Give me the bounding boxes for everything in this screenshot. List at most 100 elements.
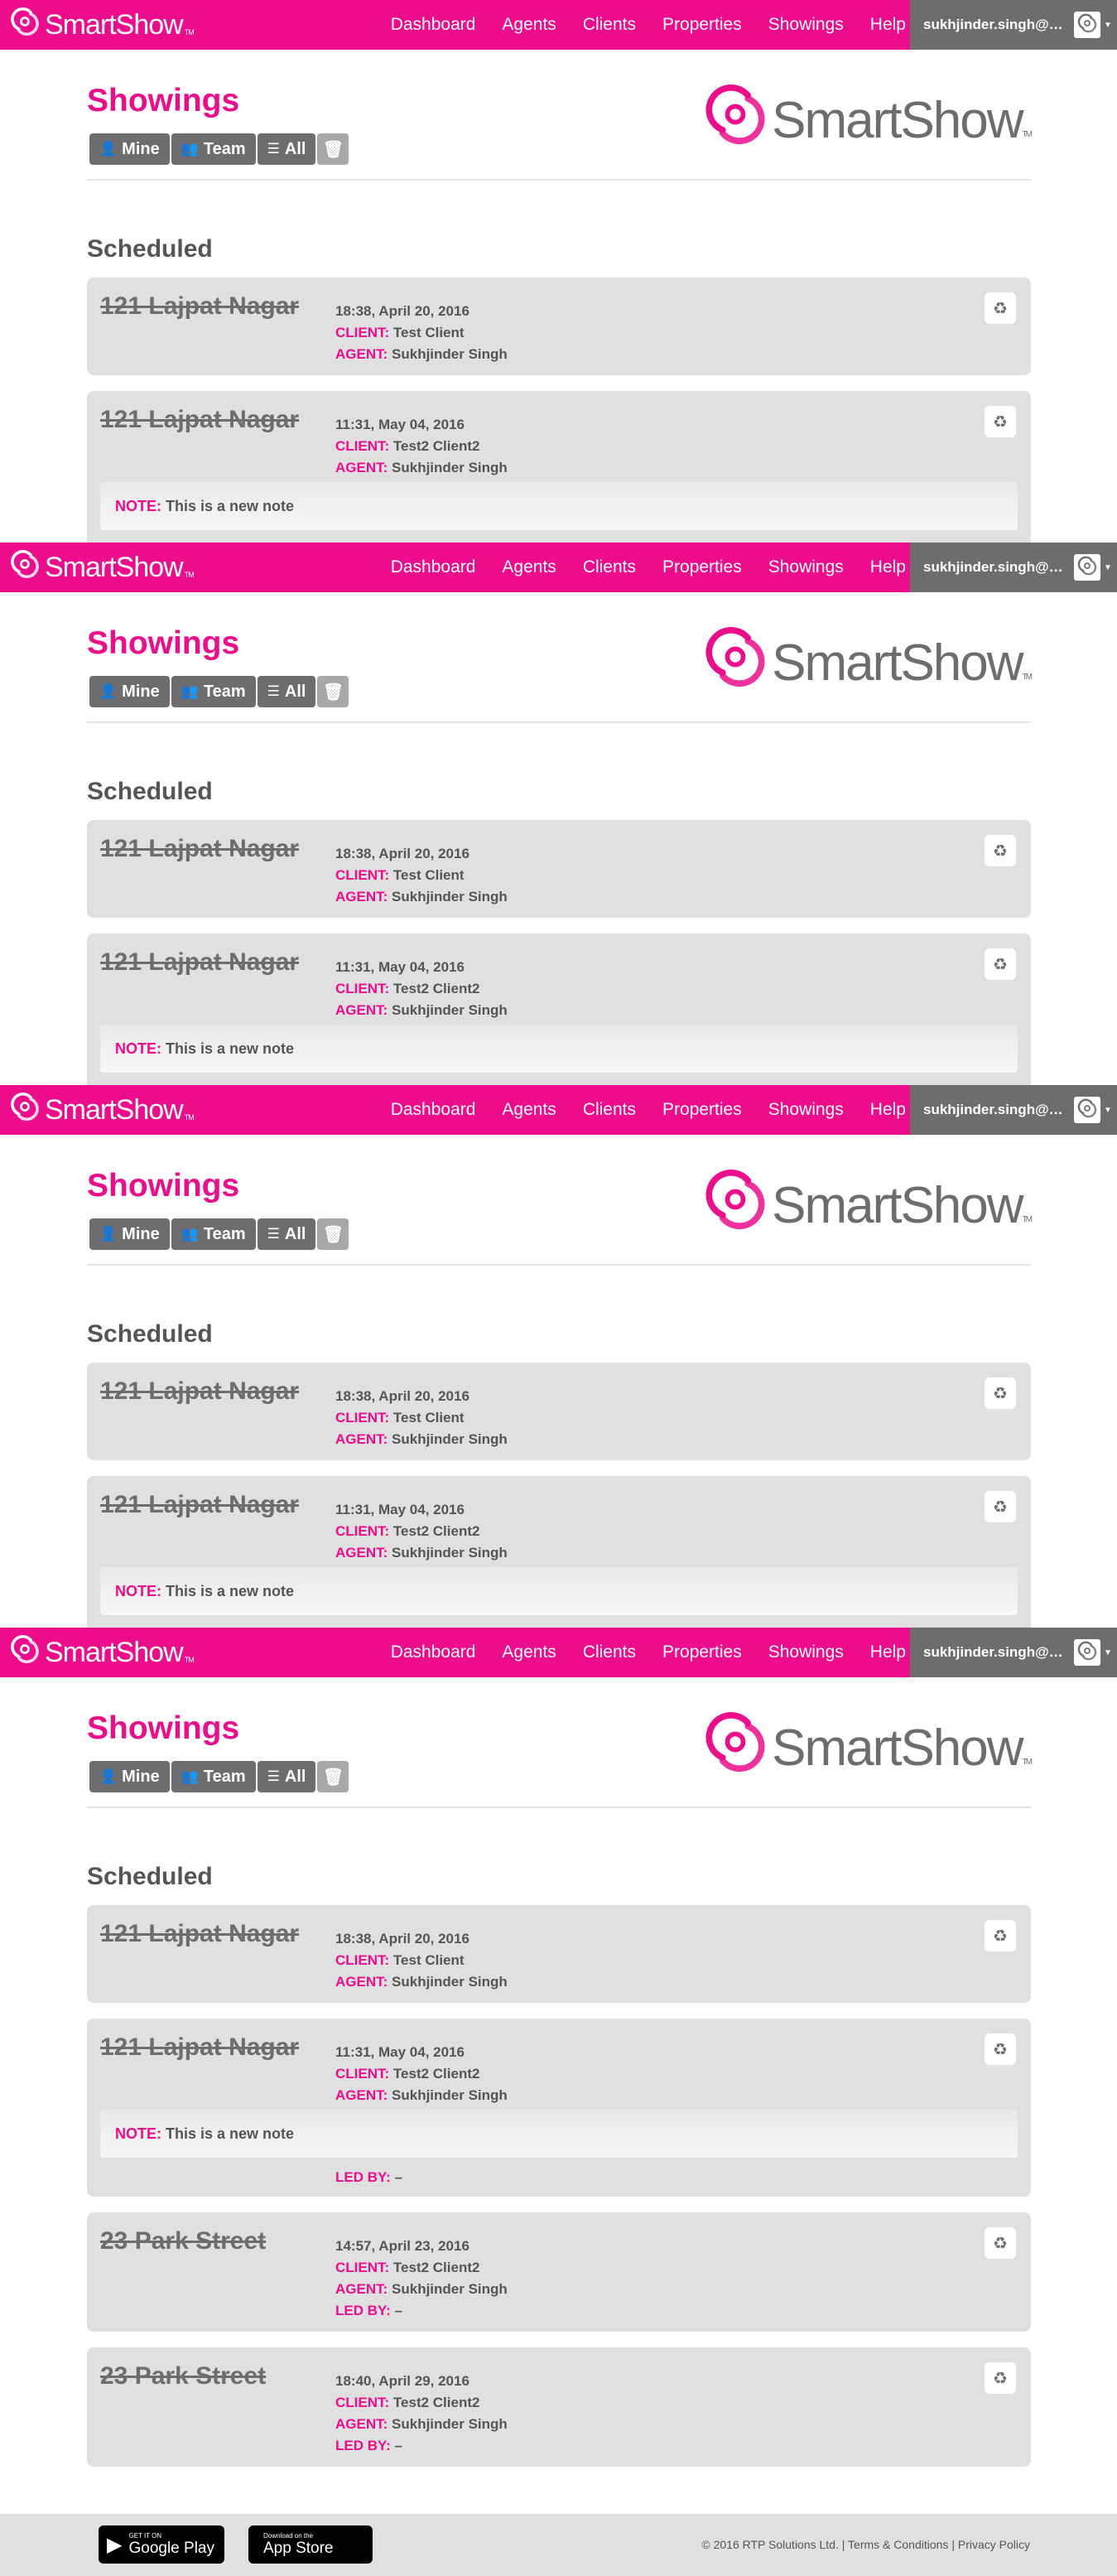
property-address[interactable]: 23 Park Street <box>100 2227 266 2255</box>
property-address[interactable]: 121 Lajpat Nagar <box>100 292 299 321</box>
showing-details: 18:38, April 20, 2016 CLIENT: Test Clien… <box>335 1928 508 1993</box>
property-address[interactable]: 121 Lajpat Nagar <box>100 406 299 434</box>
smartshow-logo-icon <box>1077 1641 1097 1665</box>
note-label: NOTE: <box>115 1582 161 1599</box>
logo-tm: TM <box>1022 1758 1033 1767</box>
trash-button[interactable]: 🗑 <box>317 1218 349 1250</box>
showing-datetime: 11:31, May 04, 2016 <box>335 417 465 432</box>
property-address[interactable]: 121 Lajpat Nagar <box>100 835 299 863</box>
showing-card: 121 Lajpat Nagar 11:31, May 04, 2016 CLI… <box>87 933 1031 1085</box>
filter-mine-button[interactable]: 👤 Mine <box>89 1218 170 1250</box>
recycle-button[interactable]: ♻ <box>985 948 1016 980</box>
separator: | <box>951 2538 955 2551</box>
section-title: Scheduled <box>87 1863 213 1890</box>
filter-all-button[interactable]: ☰ All <box>257 1761 316 1792</box>
smartshow-logo: SmartShow TM <box>704 1710 1033 1786</box>
filter-all-button[interactable]: ☰ All <box>257 1218 316 1250</box>
recycle-button[interactable]: ♻ <box>985 1920 1016 1951</box>
avatar <box>1074 1097 1100 1123</box>
trash-button[interactable]: 🗑 <box>317 1761 349 1792</box>
avatar <box>1074 554 1100 581</box>
smartshow-logo-icon <box>704 1710 772 1786</box>
note-label: NOTE: <box>115 2125 161 2142</box>
property-address[interactable]: 121 Lajpat Nagar <box>100 2033 299 2062</box>
note-text: This is a new note <box>166 1582 295 1599</box>
client-name: Test Client <box>392 1952 465 1968</box>
note-box: NOTE: This is a new note <box>100 482 1018 530</box>
filter-team-button[interactable]: 👥 Team <box>171 133 256 165</box>
filter-label: All <box>284 682 306 701</box>
showing-details: 11:31, May 04, 2016 CLIENT: Test2 Client… <box>335 2042 508 2106</box>
main-content: Showings 👤 Mine 👥 Team ☰ All 🗑 SmartShow TM Sc… <box>87 1085 1033 1628</box>
recycle-button[interactable]: ♻ <box>985 292 1016 324</box>
smartshow-logo: SmartShow TM <box>704 625 1033 701</box>
recycle-icon: ♻ <box>993 842 1008 861</box>
property-address[interactable]: 121 Lajpat Nagar <box>100 1491 299 1519</box>
logo-text: SmartShow <box>772 1720 1023 1777</box>
filter-label: All <box>284 1224 306 1243</box>
page-view: SmartShow TM Dashboard Agents Clients Proper… <box>0 0 1117 543</box>
filter-team-button[interactable]: 👥 Team <box>171 1218 256 1250</box>
filter-team-button[interactable]: 👥 Team <box>171 1761 256 1792</box>
user-icon: 👤 <box>99 1768 118 1784</box>
trash-button[interactable]: 🗑 <box>317 676 349 707</box>
led-by-label: LED BY: <box>335 2169 391 2185</box>
filter-all-button[interactable]: ☰ All <box>257 133 316 165</box>
client-name: Test2 Client2 <box>392 1523 480 1539</box>
separator: | <box>841 2538 845 2551</box>
client-name: Test Client <box>392 1410 465 1425</box>
trash-icon: 🗑 <box>322 1768 344 1787</box>
filter-mine-button[interactable]: 👤 Mine <box>89 676 170 707</box>
agent-label: AGENT: <box>335 346 388 362</box>
recycle-button[interactable]: ♻ <box>985 1377 1016 1409</box>
client-name: Test2 Client2 <box>392 2395 480 2410</box>
logo-text: SmartShow <box>772 634 1023 692</box>
recycle-button[interactable]: ♻ <box>985 1491 1016 1522</box>
property-address[interactable]: 121 Lajpat Nagar <box>100 948 299 977</box>
showing-details: 11:31, May 04, 2016 CLIENT: Test2 Client… <box>335 957 508 1021</box>
property-address[interactable]: 23 Park Street <box>100 2362 266 2390</box>
agent-row: AGENT: Sukhjinder Singh <box>335 1000 508 1021</box>
filter-mine-button[interactable]: 👤 Mine <box>89 1761 170 1792</box>
smartshow-logo-icon <box>1077 556 1097 580</box>
recycle-button[interactable]: ♻ <box>985 2362 1016 2394</box>
list-icon: ☰ <box>267 141 280 157</box>
property-address[interactable]: 121 Lajpat Nagar <box>100 1377 299 1406</box>
filter-label: Team <box>203 682 246 701</box>
smartshow-logo-icon <box>704 625 772 701</box>
agent-row: AGENT: Sukhjinder Singh <box>335 1429 508 1450</box>
recycle-button[interactable]: ♻ <box>985 2033 1016 2065</box>
recycle-button[interactable]: ♻ <box>985 835 1016 866</box>
recycle-button[interactable]: ♻ <box>985 2227 1016 2259</box>
filter-all-button[interactable]: ☰ All <box>257 676 316 707</box>
app-store-button[interactable]: Download on the App Store <box>248 2525 373 2564</box>
smartshow-logo-icon <box>704 1168 772 1243</box>
trash-icon: 🗑 <box>322 140 344 159</box>
client-name: Test2 Client2 <box>392 2066 480 2082</box>
users-icon: 👥 <box>181 141 199 157</box>
agent-label: AGENT: <box>335 1545 388 1561</box>
filter-mine-button[interactable]: 👤 Mine <box>89 133 170 165</box>
agent-row: AGENT: Sukhjinder Singh <box>335 1971 508 1993</box>
client-label: CLIENT: <box>335 1410 390 1425</box>
recycle-button[interactable]: ♻ <box>985 406 1016 437</box>
client-row: CLIENT: Test2 Client2 <box>335 978 508 1000</box>
trash-button[interactable]: 🗑 <box>317 133 349 165</box>
showing-datetime: 14:57, April 23, 2016 <box>335 2238 469 2254</box>
agent-label: AGENT: <box>335 1974 388 1990</box>
led-by-value: – <box>394 2169 402 2185</box>
filter-team-button[interactable]: 👥 Team <box>171 676 256 707</box>
property-address[interactable]: 121 Lajpat Nagar <box>100 1920 299 1948</box>
client-label: CLIENT: <box>335 325 390 340</box>
note-label: NOTE: <box>115 1040 161 1057</box>
copyright: © 2016 RTP Solutions Ltd. | Terms & Cond… <box>701 2538 1030 2551</box>
note-text: This is a new note <box>166 2125 295 2142</box>
privacy-link[interactable]: Privacy Policy <box>958 2538 1030 2551</box>
client-label: CLIENT: <box>335 2260 390 2275</box>
showing-card: 121 Lajpat Nagar 18:38, April 20, 2016 C… <box>87 820 1031 918</box>
terms-link[interactable]: Terms & Conditions <box>848 2538 948 2551</box>
google-play-button[interactable]: ▶ GET IT ON Google Play <box>99 2525 224 2564</box>
recycle-icon: ♻ <box>993 955 1008 974</box>
note-text: This is a new note <box>166 1040 295 1057</box>
client-row: CLIENT: Test2 Client2 <box>335 2257 508 2279</box>
